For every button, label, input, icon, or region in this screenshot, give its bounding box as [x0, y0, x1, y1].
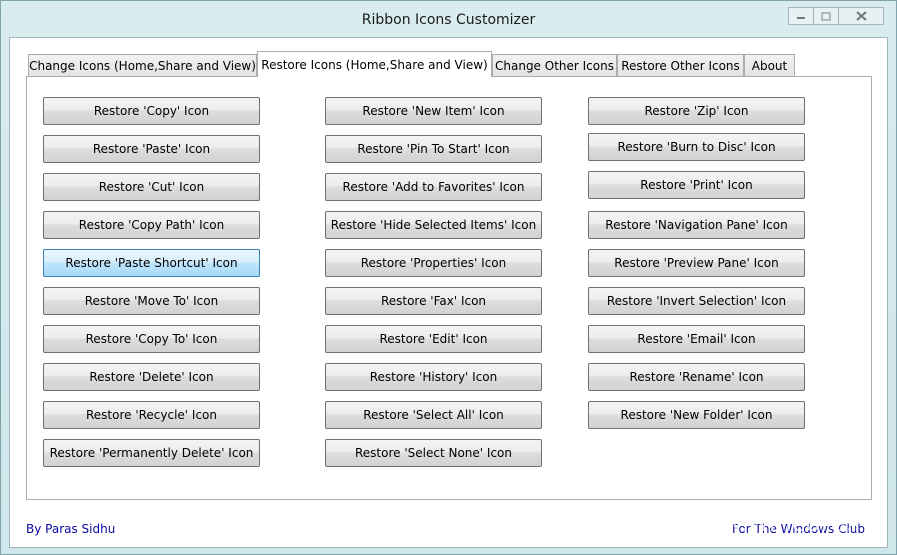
- restore-navigation-pane-button[interactable]: Restore 'Navigation Pane' Icon: [588, 211, 805, 239]
- restore-print-button[interactable]: Restore 'Print' Icon: [588, 171, 805, 199]
- maximize-icon: [821, 11, 831, 21]
- watermark: www.wincore.ru: [682, 509, 880, 537]
- restore-copy-path-button[interactable]: Restore 'Copy Path' Icon: [43, 211, 260, 239]
- restore-add-to-favorites-button[interactable]: Restore 'Add to Favorites' Icon: [325, 173, 542, 201]
- restore-permanently-delete-button[interactable]: Restore 'Permanently Delete' Icon: [43, 439, 260, 467]
- author-label: By Paras Sidhu: [26, 522, 116, 536]
- restore-move-to-button[interactable]: Restore 'Move To' Icon: [43, 287, 260, 315]
- restore-invert-selection-button[interactable]: Restore 'Invert Selection' Icon: [588, 287, 805, 315]
- restore-edit-button[interactable]: Restore 'Edit' Icon: [325, 325, 542, 353]
- restore-zip-button[interactable]: Restore 'Zip' Icon: [588, 97, 805, 125]
- minimize-button[interactable]: [788, 7, 814, 25]
- restore-select-all-button[interactable]: Restore 'Select All' Icon: [325, 401, 542, 429]
- restore-copy-button[interactable]: Restore 'Copy' Icon: [43, 97, 260, 125]
- restore-select-none-button[interactable]: Restore 'Select None' Icon: [325, 439, 542, 467]
- close-icon: [855, 11, 867, 21]
- restore-new-folder-button[interactable]: Restore 'New Folder' Icon: [588, 401, 805, 429]
- tab-restore-icons-home[interactable]: Restore Icons (Home,Share and View): [257, 51, 492, 77]
- tab-change-icons-home[interactable]: Change Icons (Home,Share and View): [28, 54, 257, 76]
- restore-history-button[interactable]: Restore 'History' Icon: [325, 363, 542, 391]
- maximize-button[interactable]: [813, 7, 839, 25]
- app-window: Ribbon Icons Customizer Change Icons (Ho…: [0, 0, 897, 555]
- title-bar[interactable]: Ribbon Icons Customizer: [1, 1, 896, 37]
- restore-copy-to-button[interactable]: Restore 'Copy To' Icon: [43, 325, 260, 353]
- tab-change-other-icons[interactable]: Change Other Icons: [492, 54, 617, 76]
- window-title: Ribbon Icons Customizer: [361, 12, 536, 28]
- tab-panel: Restore 'Copy' Icon Restore 'Paste' Icon…: [26, 76, 872, 500]
- restore-new-item-button[interactable]: Restore 'New Item' Icon: [325, 97, 542, 125]
- close-button[interactable]: [838, 7, 884, 25]
- client-area: Change Icons (Home,Share and View) Resto…: [9, 37, 888, 548]
- restore-rename-button[interactable]: Restore 'Rename' Icon: [588, 363, 805, 391]
- restore-pin-to-start-button[interactable]: Restore 'Pin To Start' Icon: [325, 135, 542, 163]
- restore-delete-button[interactable]: Restore 'Delete' Icon: [43, 363, 260, 391]
- restore-email-button[interactable]: Restore 'Email' Icon: [588, 325, 805, 353]
- restore-cut-button[interactable]: Restore 'Cut' Icon: [43, 173, 260, 201]
- caption-buttons: [788, 7, 884, 27]
- tab-restore-other-icons[interactable]: Restore Other Icons: [617, 54, 744, 76]
- tab-about[interactable]: About: [744, 54, 795, 76]
- restore-fax-button[interactable]: Restore 'Fax' Icon: [325, 287, 542, 315]
- minimize-icon: [797, 17, 805, 19]
- restore-preview-pane-button[interactable]: Restore 'Preview Pane' Icon: [588, 249, 805, 277]
- restore-paste-shortcut-button[interactable]: Restore 'Paste Shortcut' Icon: [43, 249, 260, 277]
- restore-hide-selected-items-button[interactable]: Restore 'Hide Selected Items' Icon: [325, 211, 542, 239]
- restore-recycle-button[interactable]: Restore 'Recycle' Icon: [43, 401, 260, 429]
- restore-properties-button[interactable]: Restore 'Properties' Icon: [325, 249, 542, 277]
- restore-paste-button[interactable]: Restore 'Paste' Icon: [43, 135, 260, 163]
- restore-burn-to-disc-button[interactable]: Restore 'Burn to Disc' Icon: [588, 133, 805, 161]
